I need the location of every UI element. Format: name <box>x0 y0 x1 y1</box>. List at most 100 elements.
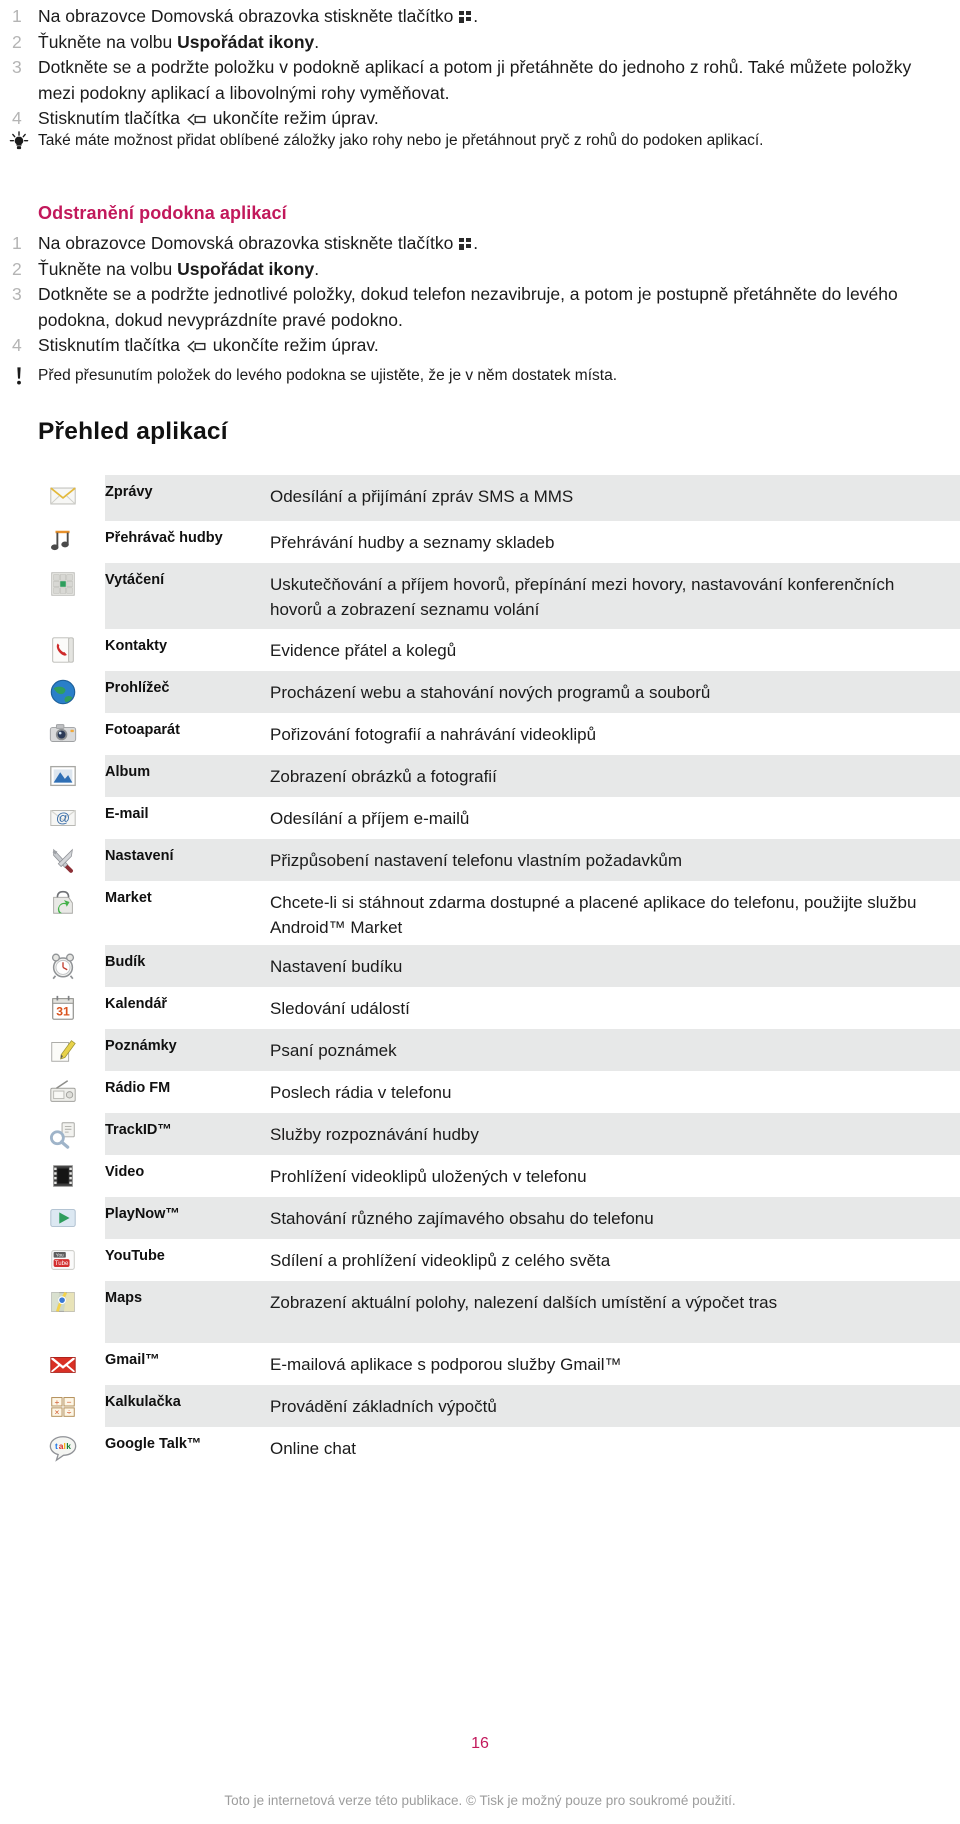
step-number: 2 <box>12 31 22 52</box>
app-icon-cell <box>0 945 105 981</box>
table-row: Přehrávač hudby Přehrávání hudby a seznam… <box>0 521 960 563</box>
app-icon-cell <box>0 713 105 749</box>
section-heading: Odstranění podokna aplikací <box>38 203 287 223</box>
app-name-cell: Rádio FM <box>105 1080 171 1096</box>
app-description-cell: Zobrazení aktuální polohy, nalezení dalš… <box>270 1293 778 1312</box>
page-number: 16 <box>471 1735 489 1752</box>
trackid-icon <box>49 1122 75 1149</box>
app-description-cell: Sdílení a prohlížení videoklipů z celého… <box>270 1251 611 1270</box>
apps-overview-table: Zprávy Odesílání a přijímání zpráv SMS a … <box>0 475 960 1469</box>
google-talk-icon: talk <box>49 1436 77 1462</box>
step-number: 4 <box>12 108 22 128</box>
calculator-icon: + −× ÷ <box>51 1397 75 1417</box>
youtube-icon: You Tube <box>51 1250 75 1270</box>
svg-text:÷: ÷ <box>67 1407 72 1417</box>
table-row: @ E-mail Odesílání a příjem e-mailů <box>0 797 960 839</box>
warning-callout: Před přesunutím položek do levého podokn… <box>0 365 930 387</box>
contacts-book-icon <box>52 637 74 663</box>
step-number: 3 <box>12 284 22 304</box>
app-name-cell: Poznámky <box>105 1038 177 1054</box>
app-icon-cell: @ <box>0 797 105 833</box>
notes-pencil-icon <box>51 1040 76 1062</box>
step-number: 1 <box>12 6 22 26</box>
app-description-cell: Prohlížení videoklipů uložených v telefo… <box>270 1167 587 1186</box>
procedure-step: 2 Ťukněte na volbu Uspořádat ikony. <box>0 30 930 56</box>
app-name-cell: Vytáčení <box>105 572 165 588</box>
table-row: TrackID™ Služby rozpoznávání hudby <box>0 1113 960 1155</box>
table-row: PlayNow™ Stahování různého zajímavého obs… <box>0 1197 960 1239</box>
table-row: Poznámky Psaní poznámek <box>0 1029 960 1071</box>
app-description-cell: Sledování událostí <box>270 999 410 1018</box>
apps-key-icon <box>459 11 472 23</box>
app-icon-cell <box>0 1197 105 1233</box>
video-film-icon <box>53 1165 73 1187</box>
document-page: 1 Na obrazovce Domovská obrazovka stiskně… <box>0 0 960 1824</box>
table-row: Maps Zobrazení aktuální polohy, nalezení … <box>0 1281 960 1343</box>
app-name-cell: Kalendář <box>105 996 168 1012</box>
app-name-cell: Nastavení <box>105 848 174 864</box>
step-text: Ťukněte na volbu Uspořádat ikony. <box>38 258 320 279</box>
table-row: Kontakty Evidence přátel a kolegů <box>0 629 960 671</box>
market-bag-icon <box>53 890 73 914</box>
app-description-cell: Stahování různého zajímavého obsahu do t… <box>270 1209 654 1228</box>
playnow-icon <box>50 1209 76 1227</box>
table-row: Zprávy Odesílání a přijímání zpráv SMS a … <box>0 475 960 521</box>
app-description-cell: Poslech rádia v telefonu <box>270 1083 452 1102</box>
procedure-step: 4 Stisknutím tlačítka ukončíte režim úpra… <box>0 106 930 132</box>
svg-text:×: × <box>54 1407 59 1417</box>
app-description-cell: Odesílání a přijímání zpráv SMS a MMS <box>270 487 574 506</box>
app-name-cell: Přehrávač hudby <box>105 530 223 546</box>
procedure-step: 4 Stisknutím tlačítka ukončíte režim úpra… <box>0 333 930 359</box>
app-name-cell: Maps <box>105 1290 143 1306</box>
app-name-cell: PlayNow™ <box>105 1206 180 1222</box>
svg-text:31: 31 <box>56 1005 70 1019</box>
app-name-cell: Fotoaparát <box>105 722 180 738</box>
app-name-cell: Prohlížeč <box>105 680 170 696</box>
app-name-cell: Album <box>105 764 151 780</box>
app-name-cell: Video <box>105 1164 145 1180</box>
album-picture-icon <box>50 765 76 787</box>
app-icon-cell: talk <box>0 1427 105 1463</box>
table-row: Prohlížeč Procházení webu a stahování nov… <box>0 671 960 713</box>
svg-text:−: − <box>67 1397 72 1407</box>
svg-text:You: You <box>56 1253 64 1258</box>
calendar-icon: 31 <box>52 995 74 1020</box>
back-key-icon <box>187 340 206 353</box>
table-row: Vytáčení Uskutečňování a příjem hovorů, p… <box>0 563 960 629</box>
step-text: Stisknutím tlačítka ukončíte režim úprav… <box>38 108 379 128</box>
table-row: Video Prohlížení videoklipů uložených v t… <box>0 1155 960 1197</box>
music-note-icon <box>51 530 70 551</box>
app-name-cell: Google Talk™ <box>105 1436 202 1452</box>
app-icon-cell <box>0 1071 105 1107</box>
page-title: Přehled aplikací <box>38 418 228 445</box>
app-icon-cell <box>0 1113 105 1149</box>
app-name-cell: Kalkulačka <box>105 1394 181 1410</box>
app-description-cell: Služby rozpoznávání hudby <box>270 1125 479 1144</box>
svg-text:t: t <box>55 1441 58 1451</box>
gmail-icon <box>50 1356 76 1374</box>
app-name-cell: Market <box>105 890 152 906</box>
procedure-step: 2 Ťukněte na volbu Uspořádat ikony. <box>0 257 930 283</box>
app-icon-cell <box>0 755 105 791</box>
back-key-icon <box>187 113 206 126</box>
browser-globe-icon <box>50 679 76 705</box>
app-description-cell: Evidence přátel a kolegů <box>270 641 457 660</box>
step-emphasis: Uspořádat ikony <box>177 31 315 52</box>
exclamation-icon <box>17 367 21 385</box>
app-name-cell: YouTube <box>105 1248 165 1264</box>
svg-text:Tube: Tube <box>55 1260 69 1267</box>
app-icon-cell <box>0 521 105 557</box>
app-description-cell: Procházení webu a stahování nových progr… <box>270 683 711 702</box>
procedure-step: 3 Dotkněte se a podržte položku v podokně… <box>0 55 930 106</box>
footer-notice: Toto je internetová verze této publikace… <box>224 1793 736 1808</box>
app-description-cell: Zobrazení obrázků a fotografií <box>270 767 497 786</box>
alarm-clock-icon <box>51 953 75 980</box>
app-icon-cell <box>0 1343 105 1379</box>
step-number: 3 <box>12 57 22 77</box>
procedure-list-top: 1 Na obrazovce Domovská obrazovka stiskně… <box>0 4 930 132</box>
app-icon-cell <box>0 1029 105 1065</box>
app-icon-cell: + − × ÷ <box>0 1385 105 1421</box>
maps-icon <box>51 1291 75 1312</box>
app-description-cell: E-mailová aplikace s podporou služby Gma… <box>270 1355 622 1374</box>
app-name-cell: Zprávy <box>105 484 153 500</box>
